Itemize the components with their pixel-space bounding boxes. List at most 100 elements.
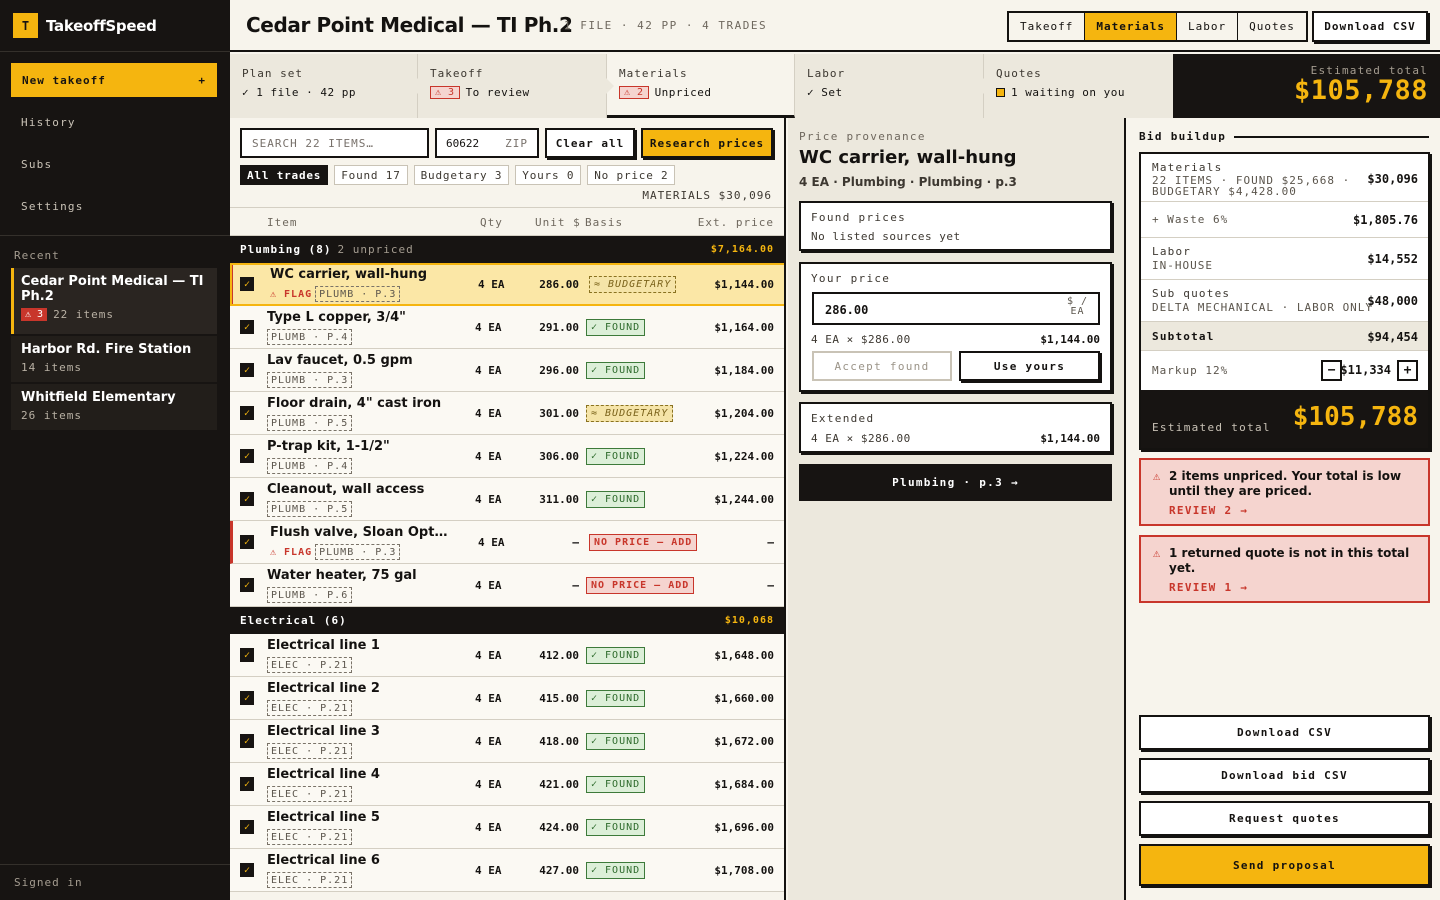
send-proposal-button[interactable]: Send proposal [1139,844,1430,886]
row-checkbox[interactable]: ✓ [240,820,254,834]
new-takeoff-button[interactable]: New takeoff + [11,63,217,97]
column-basis: Basis [585,216,624,229]
tab-labor[interactable]: Labor [1177,13,1239,40]
project-item-count: 14 items [21,361,82,374]
table-row[interactable]: ✓ Lav faucet, 0.5 gpm PLUMB · P.3 4 EA 296.0… [230,349,784,392]
search-input[interactable] [240,128,429,158]
table-row[interactable]: ✓ P-trap kit, 1-1/2" PLUMB · P.4 4 EA 306.00… [230,435,784,478]
row-checkbox[interactable]: ✓ [240,277,254,291]
trade-group-header[interactable]: Electrical (6) $10,068 [230,607,784,634]
tab-materials[interactable]: Materials [1085,13,1177,40]
your-price-input[interactable]: 286.00 $ / EA [812,292,1100,325]
row-checkbox[interactable]: ✓ [240,449,254,463]
item-ext-price: $1,684.00 [714,778,774,791]
source-page-tag[interactable]: ELEC · P.21 [267,700,353,716]
table-row[interactable]: ✓ Electrical line 1 ELEC · P.21 4 EA 412.00 ✓… [230,634,784,677]
table-row[interactable]: ✓ Flush valve, Sloan Opt… ⚠ FLAG PLUMB · P.… [230,521,784,564]
download-csv-button[interactable]: Download CSV [1312,11,1428,42]
source-page-tag[interactable]: ELEC · P.21 [267,657,353,673]
goto-plan-page-button[interactable]: Plumbing · p.3 → [799,464,1112,501]
table-row[interactable]: ✓ Electrical line 3 ELEC · P.21 4 EA 418.00 ✓… [230,720,784,763]
group-unpriced: 2 unpriced [337,243,414,256]
filter-found[interactable]: Found 17 [334,165,408,185]
filter-yours[interactable]: Yours 0 [515,165,582,185]
subtotal-label: Subtotal [1152,330,1215,343]
source-page-tag[interactable]: PLUMB · P.3 [267,372,353,388]
trade-group-header[interactable]: Plumbing (8) 2 unpriced $7,164.00 [230,236,784,263]
table-row[interactable]: ✓ Floor drain, 4" cast iron PLUMB · P.5 4 E… [230,392,784,435]
filter-no-price[interactable]: No price 2 [587,165,676,185]
item-ext-price: $1,648.00 [714,649,774,662]
download-csv-button[interactable]: Download CSV [1139,715,1430,750]
source-page-tag[interactable]: ELEC · P.21 [267,829,353,845]
estimated-total-panel: Estimated total $105,788 [1173,54,1440,118]
price-basis-badge[interactable]: NO PRICE — ADD [589,534,698,551]
price-basis-badge[interactable]: NO PRICE — ADD [586,577,695,594]
source-page-tag[interactable]: ELEC · P.21 [267,872,353,888]
filter-all-trades[interactable]: All trades [240,165,329,185]
step-labor[interactable]: Labor ✓ Set [795,54,991,118]
materials-label: Materials [1152,161,1223,174]
row-checkbox[interactable]: ✓ [240,863,254,877]
price-basis-badge: ✓ FOUND [586,491,646,508]
row-checkbox[interactable]: ✓ [240,535,254,549]
row-checkbox[interactable]: ✓ [240,363,254,377]
tab-takeoff[interactable]: Takeoff [1009,13,1086,40]
request-quotes-button[interactable]: Request quotes [1139,801,1430,836]
recent-project-whitfield[interactable]: Whitfield Elementary 26 items [11,384,217,430]
row-checkbox[interactable]: ✓ [240,492,254,506]
tab-quotes[interactable]: Quotes [1238,13,1306,40]
review-unpriced-link[interactable]: REVIEW 2 → [1169,504,1418,517]
filter-budgetary[interactable]: Budgetary 3 [413,165,510,185]
clear-all-button[interactable]: Clear all [545,128,635,158]
sidebar: T TakeoffSpeed New takeoff + History Sub… [0,0,230,900]
row-checkbox[interactable]: ✓ [240,734,254,748]
sidebar-item-settings[interactable]: Settings [21,200,84,213]
step-quotes[interactable]: Quotes 1 waiting on you [984,54,1173,118]
item-unit-price: 412.00 [539,649,579,662]
source-page-tag[interactable]: PLUMB · P.4 [267,458,353,474]
source-page-tag[interactable]: PLUMB · P.5 [267,501,353,517]
table-row[interactable]: ✓ Electrical line 6 ELEC · P.21 4 EA 427.00 ✓… [230,849,784,892]
use-yours-button[interactable]: Use yours [959,351,1100,381]
row-checkbox[interactable]: ✓ [240,320,254,334]
table-row[interactable]: ✓ WC carrier, wall-hung ⚠ FLAG PLUMB · P.3 4… [230,263,784,306]
markup-decrease-button[interactable]: − [1321,360,1342,381]
research-prices-button[interactable]: Research prices [641,128,773,158]
project-item-count: 26 items [21,409,82,422]
sidebar-item-subs[interactable]: Subs [21,158,52,171]
item-unit-price: 301.00 [539,407,579,420]
review-quote-link[interactable]: REVIEW 1 → [1169,581,1418,594]
your-price-label: Your price [811,272,891,285]
download-bid-csv-button[interactable]: Download bid CSV [1139,758,1430,793]
step-plan-set[interactable]: Plan set ✓ 1 file · 42 pp [230,54,425,118]
step-materials[interactable]: Materials ⚠ 2 Unpriced [607,54,795,118]
source-page-tag[interactable]: PLUMB · P.4 [267,329,353,345]
signed-in-status[interactable]: Signed in [14,876,83,889]
row-checkbox[interactable]: ✓ [240,777,254,791]
step-takeoff[interactable]: Takeoff ⚠ 3 To review [418,54,614,118]
row-checkbox[interactable]: ✓ [240,648,254,662]
source-page-tag[interactable]: ELEC · P.21 [267,743,353,759]
zip-input[interactable]: 60622 ZIP [435,128,539,158]
table-row[interactable]: ✓ Water heater, 75 gal PLUMB · P.6 4 EA — NO … [230,564,784,607]
table-row[interactable]: ✓ Cleanout, wall access PLUMB · P.5 4 EA 311… [230,478,784,521]
recent-project-cedar-point[interactable]: Cedar Point Medical — TI Ph.2 ⚠ 3 22 ite… [11,268,217,334]
table-row[interactable]: ✓ Electrical line 2 ELEC · P.21 4 EA 415.00 ✓… [230,677,784,720]
source-page-tag[interactable]: ELEC · P.21 [267,786,353,802]
source-page-tag[interactable]: PLUMB · P.3 [315,544,401,560]
row-checkbox[interactable]: ✓ [240,691,254,705]
item-qty: 4 EA [475,649,502,662]
row-checkbox[interactable]: ✓ [240,406,254,420]
table-row[interactable]: ✓ Type L copper, 3/4" PLUMB · P.4 4 EA 291.0… [230,306,784,349]
accept-found-button[interactable]: Accept found [812,351,952,381]
recent-project-harbor-rd[interactable]: Harbor Rd. Fire Station 14 items [11,336,217,382]
sidebar-item-history[interactable]: History [21,116,76,129]
source-page-tag[interactable]: PLUMB · P.5 [267,415,353,431]
source-page-tag[interactable]: PLUMB · P.3 [315,286,401,302]
markup-increase-button[interactable]: + [1397,360,1418,381]
table-row[interactable]: ✓ Electrical line 5 ELEC · P.21 4 EA 424.00 ✓… [230,806,784,849]
source-page-tag[interactable]: PLUMB · P.6 [267,587,353,603]
table-row[interactable]: ✓ Electrical line 4 ELEC · P.21 4 EA 421.00 ✓… [230,763,784,806]
row-checkbox[interactable]: ✓ [240,578,254,592]
